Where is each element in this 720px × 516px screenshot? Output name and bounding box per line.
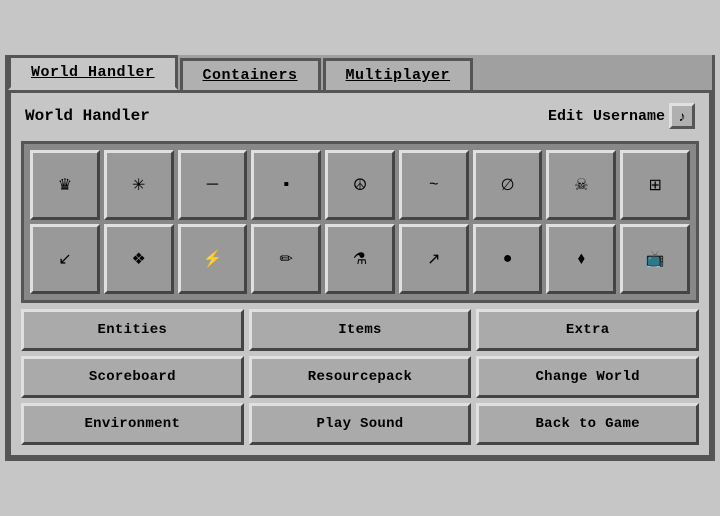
- arrow-dl-icon-btn[interactable]: ↙: [30, 224, 100, 294]
- edit-username-row: Edit Username ♪: [548, 103, 695, 129]
- lightning-icon-btn[interactable]: ⚡: [178, 224, 248, 294]
- environment-button[interactable]: Environment: [21, 403, 244, 445]
- tv-icon-btn[interactable]: 📺: [620, 224, 690, 294]
- entities-button[interactable]: Entities: [21, 309, 244, 351]
- edit-username-button[interactable]: ♪: [669, 103, 695, 129]
- action-buttons-grid: Entities Items Extra Scoreboard Resource…: [21, 309, 699, 445]
- grid-icon-btn[interactable]: ⊞: [620, 150, 690, 220]
- main-window: World Handler Containers Multiplayer Wor…: [5, 55, 715, 461]
- play-sound-button[interactable]: Play Sound: [249, 403, 472, 445]
- dash-icon-btn[interactable]: ─: [178, 150, 248, 220]
- diamond4-icon-btn[interactable]: ❖: [104, 224, 174, 294]
- resourcepack-button[interactable]: Resourcepack: [249, 356, 472, 398]
- tilde-icon-btn[interactable]: ~: [399, 150, 469, 220]
- peace-icon-btn[interactable]: ☮: [325, 150, 395, 220]
- page-title: World Handler: [25, 107, 150, 125]
- pencil-icon-btn[interactable]: ✏: [251, 224, 321, 294]
- header-row: World Handler Edit Username ♪: [21, 101, 699, 131]
- circle-icon-btn[interactable]: ●: [473, 224, 543, 294]
- skull-icon-btn[interactable]: ☠: [546, 150, 616, 220]
- content-area: World Handler Edit Username ♪ ♛ ✳ ─ ▪ ☮ …: [8, 90, 712, 458]
- square-icon-btn[interactable]: ▪: [251, 150, 321, 220]
- back-to-game-button[interactable]: Back to Game: [476, 403, 699, 445]
- extra-button[interactable]: Extra: [476, 309, 699, 351]
- empty-icon-btn[interactable]: ∅: [473, 150, 543, 220]
- tab-multiplayer[interactable]: Multiplayer: [323, 58, 474, 90]
- items-button[interactable]: Items: [249, 309, 472, 351]
- tab-bar: World Handler Containers Multiplayer: [8, 55, 712, 90]
- icon-grid: ♛ ✳ ─ ▪ ☮ ~ ∅ ☠ ⊞ ↙ ❖ ⚡ ✏ ⚗ ↗ ● ⬧ 📺: [21, 141, 699, 303]
- edit-username-label: Edit Username: [548, 108, 665, 125]
- sparkle-icon-btn[interactable]: ✳: [104, 150, 174, 220]
- scoreboard-button[interactable]: Scoreboard: [21, 356, 244, 398]
- flask-icon-btn[interactable]: ⚗: [325, 224, 395, 294]
- tab-world-handler[interactable]: World Handler: [8, 55, 178, 90]
- diamond-icon-btn[interactable]: ⬧: [546, 224, 616, 294]
- tab-containers[interactable]: Containers: [180, 58, 321, 90]
- crown-icon-btn[interactable]: ♛: [30, 150, 100, 220]
- change-world-button[interactable]: Change World: [476, 356, 699, 398]
- arrow-ur-icon-btn[interactable]: ↗: [399, 224, 469, 294]
